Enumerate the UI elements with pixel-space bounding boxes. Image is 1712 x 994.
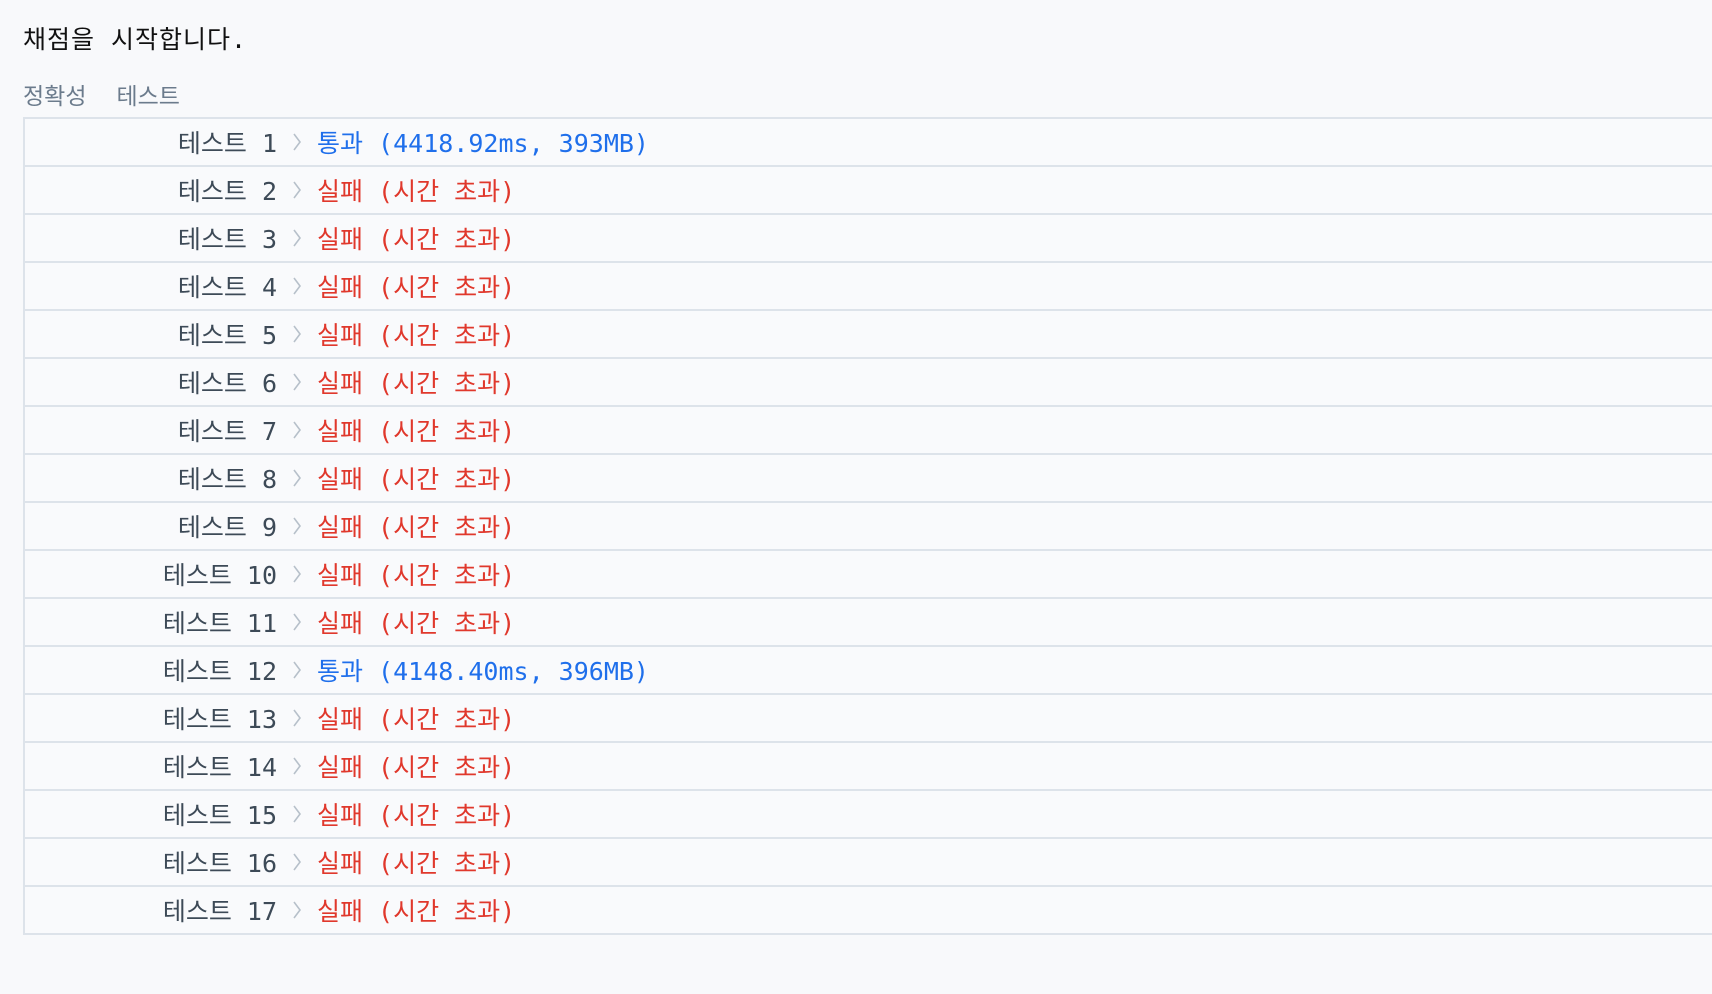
chevron-right-icon [277, 804, 317, 824]
test-result-row: 테스트 15 실패 (시간 초과) [25, 791, 1712, 839]
test-result-pass: 통과 (4418.92ms, 393MB) [317, 129, 649, 158]
test-result-row: 테스트 4 실패 (시간 초과) [25, 263, 1712, 311]
chevron-right-icon [277, 180, 317, 200]
test-result-row: 테스트 2 실패 (시간 초과) [25, 167, 1712, 215]
grading-start-message: 채점을 시작합니다. [23, 25, 248, 54]
chevron-right-icon [277, 324, 317, 344]
section-type: 테스트 [116, 84, 180, 110]
chevron-right-icon [277, 708, 317, 728]
test-case-label: 테스트 13 [162, 705, 277, 734]
test-result-row: 테스트 13 실패 (시간 초과) [25, 695, 1712, 743]
chevron-right-icon [277, 852, 317, 872]
test-case-label: 테스트 5 [177, 321, 277, 350]
test-result-fail: 실패 (시간 초과) [317, 177, 516, 206]
test-result-row: 테스트 11 실패 (시간 초과) [25, 599, 1712, 647]
test-result-fail: 실패 (시간 초과) [317, 369, 516, 398]
test-result-row: 테스트 3 실패 (시간 초과) [25, 215, 1712, 263]
test-case-label: 테스트 3 [177, 225, 277, 254]
chevron-right-icon [277, 564, 317, 584]
test-case-label: 테스트 16 [162, 849, 277, 878]
test-result-row: 테스트 7 실패 (시간 초과) [25, 407, 1712, 455]
test-result-row: 테스트 8 실패 (시간 초과) [25, 455, 1712, 503]
test-case-label: 테스트 12 [162, 657, 277, 686]
test-result-fail: 실패 (시간 초과) [317, 513, 516, 542]
test-case-label: 테스트 11 [162, 609, 277, 638]
test-result-fail: 실패 (시간 초과) [317, 609, 516, 638]
chevron-right-icon [277, 756, 317, 776]
chevron-right-icon [277, 228, 317, 248]
test-result-row: 테스트 1 통과 (4418.92ms, 393MB) [25, 119, 1712, 167]
chevron-right-icon [277, 516, 317, 536]
test-result-fail: 실패 (시간 초과) [317, 321, 516, 350]
test-result-fail: 실패 (시간 초과) [317, 465, 516, 494]
test-case-label: 테스트 6 [177, 369, 277, 398]
test-case-label: 테스트 10 [162, 561, 277, 590]
test-result-row: 테스트 10 실패 (시간 초과) [25, 551, 1712, 599]
test-case-label: 테스트 7 [177, 417, 277, 446]
test-case-label: 테스트 9 [177, 513, 277, 542]
test-result-fail: 실패 (시간 초과) [317, 753, 516, 782]
test-result-pass: 통과 (4148.40ms, 396MB) [317, 657, 649, 686]
test-result-fail: 실패 (시간 초과) [317, 561, 516, 590]
test-result-fail: 실패 (시간 초과) [317, 897, 516, 926]
chevron-right-icon [277, 372, 317, 392]
chevron-right-icon [277, 420, 317, 440]
test-result-fail: 실패 (시간 초과) [317, 849, 516, 878]
test-result-row: 테스트 17 실패 (시간 초과) [25, 887, 1712, 935]
chevron-right-icon [277, 900, 317, 920]
chevron-right-icon [277, 612, 317, 632]
test-result-fail: 실패 (시간 초과) [317, 273, 516, 302]
test-case-label: 테스트 15 [162, 801, 277, 830]
test-case-label: 테스트 2 [177, 177, 277, 206]
test-result-fail: 실패 (시간 초과) [317, 801, 516, 830]
chevron-right-icon [277, 132, 317, 152]
chevron-right-icon [277, 276, 317, 296]
section-category: 정확성 [23, 84, 87, 110]
test-case-label: 테스트 8 [177, 465, 277, 494]
chevron-right-icon [277, 468, 317, 488]
test-results-table: 테스트 1 통과 (4418.92ms, 393MB) 테스트 2 실패 (시간 초과… [23, 117, 1712, 935]
test-case-label: 테스트 17 [162, 897, 277, 926]
test-result-row: 테스트 12 통과 (4148.40ms, 396MB) [25, 647, 1712, 695]
section-heading: 정확성 테스트 [23, 77, 180, 111]
test-result-row: 테스트 16 실패 (시간 초과) [25, 839, 1712, 887]
test-result-row: 테스트 5 실패 (시간 초과) [25, 311, 1712, 359]
test-case-label: 테스트 14 [162, 753, 277, 782]
test-result-fail: 실패 (시간 초과) [317, 417, 516, 446]
test-result-row: 테스트 6 실패 (시간 초과) [25, 359, 1712, 407]
test-result-row: 테스트 14 실패 (시간 초과) [25, 743, 1712, 791]
test-case-label: 테스트 4 [177, 273, 277, 302]
test-result-row: 테스트 9 실패 (시간 초과) [25, 503, 1712, 551]
test-case-label: 테스트 1 [177, 129, 277, 158]
chevron-right-icon [277, 660, 317, 680]
test-result-fail: 실패 (시간 초과) [317, 225, 516, 254]
test-result-fail: 실패 (시간 초과) [317, 705, 516, 734]
